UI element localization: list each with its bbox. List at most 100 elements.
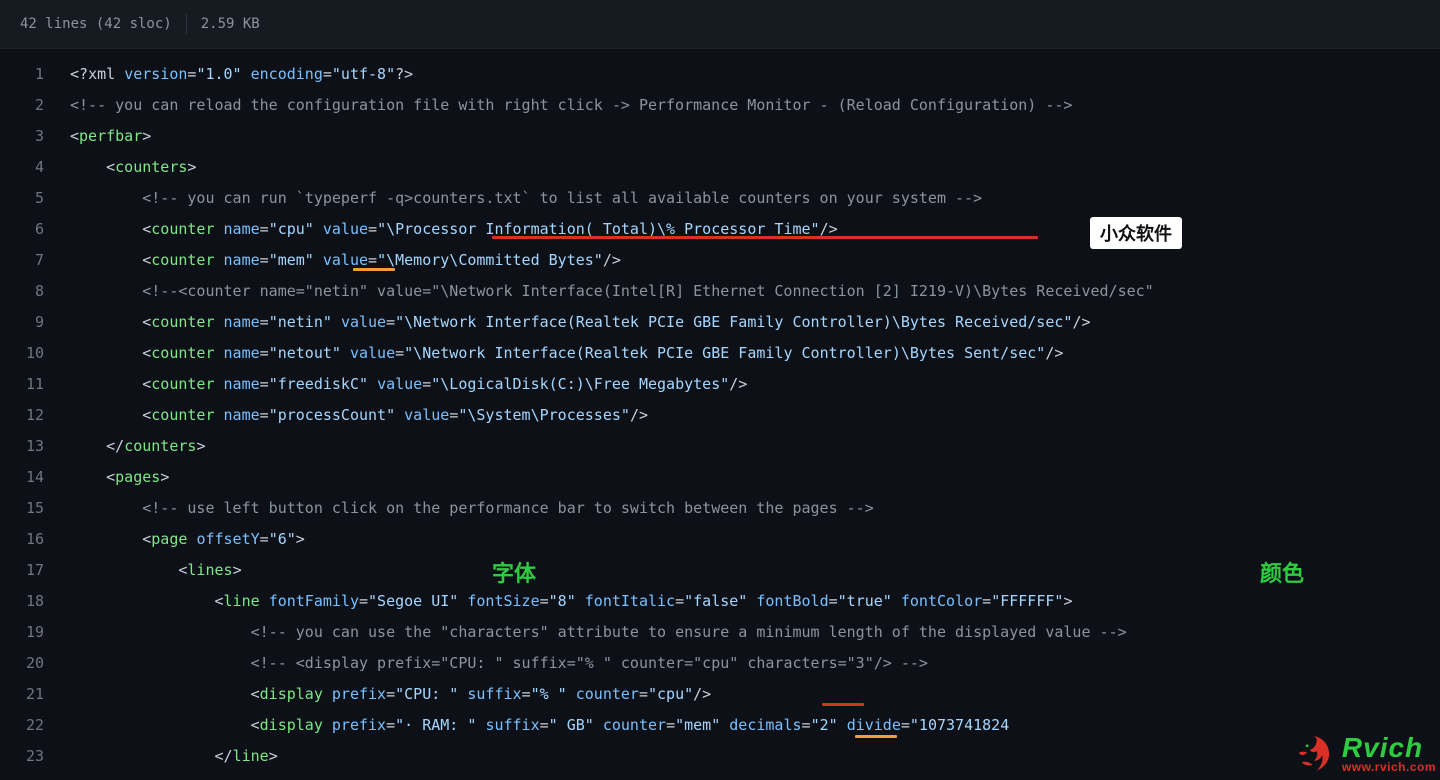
token-pi bbox=[720, 716, 729, 734]
code-line[interactable]: 14 <pages> bbox=[0, 462, 1440, 493]
code-line[interactable]: 11 <counter name="freediskC" value="\Log… bbox=[0, 369, 1440, 400]
line-number[interactable]: 23 bbox=[0, 741, 70, 772]
code-line[interactable]: 1<?xml version="1.0" encoding="utf-8"?> bbox=[0, 59, 1440, 90]
token-ang: = bbox=[540, 716, 549, 734]
token-pi bbox=[892, 592, 901, 610]
token-attr: name bbox=[224, 375, 260, 393]
token-str: "\System\Processes" bbox=[458, 406, 630, 424]
token-str: "8" bbox=[549, 592, 576, 610]
token-pi bbox=[395, 406, 404, 424]
code-line[interactable]: 6 <counter name="cpu" value="\Processor … bbox=[0, 214, 1440, 245]
code-line[interactable]: 23 </line> bbox=[0, 741, 1440, 772]
line-number[interactable]: 17 bbox=[0, 555, 70, 586]
token-ang: = bbox=[395, 344, 404, 362]
token-attr: decimals bbox=[729, 716, 801, 734]
token-cmt: <!-- you can reload the configuration fi… bbox=[70, 96, 1072, 114]
token-str: "false" bbox=[684, 592, 747, 610]
line-number[interactable]: 2 bbox=[0, 90, 70, 121]
code-line[interactable]: 7 <counter name="mem" value="\Memory\Com… bbox=[0, 245, 1440, 276]
token-ang: < bbox=[142, 313, 151, 331]
line-number[interactable]: 12 bbox=[0, 400, 70, 431]
token-ang: < bbox=[142, 251, 151, 269]
code-line[interactable]: 22 <display prefix="· RAM: " suffix=" GB… bbox=[0, 710, 1440, 741]
line-number[interactable]: 20 bbox=[0, 648, 70, 679]
line-number[interactable]: 16 bbox=[0, 524, 70, 555]
line-number[interactable]: 9 bbox=[0, 307, 70, 338]
line-number[interactable]: 4 bbox=[0, 152, 70, 183]
line-number[interactable]: 15 bbox=[0, 493, 70, 524]
token-tag: pages bbox=[115, 468, 160, 486]
token-tag: page bbox=[151, 530, 196, 548]
token-ang: < bbox=[106, 468, 115, 486]
token-ang: < bbox=[142, 344, 151, 362]
token-ang: /> bbox=[693, 685, 711, 703]
line-number[interactable]: 1 bbox=[0, 59, 70, 90]
line-code: <page offsetY="6"> bbox=[70, 524, 1440, 555]
token-ang: = bbox=[260, 375, 269, 393]
token-ang: = bbox=[260, 220, 269, 238]
token-ang: = bbox=[639, 685, 648, 703]
token-ang: = bbox=[522, 685, 531, 703]
token-ang: = bbox=[675, 592, 684, 610]
token-tag: display bbox=[260, 716, 332, 734]
line-number[interactable]: 7 bbox=[0, 245, 70, 276]
token-attr: version bbox=[124, 65, 187, 83]
line-number[interactable]: 8 bbox=[0, 276, 70, 307]
line-number[interactable]: 10 bbox=[0, 338, 70, 369]
code-line[interactable]: 17 <lines> bbox=[0, 555, 1440, 586]
line-number[interactable]: 13 bbox=[0, 431, 70, 462]
token-pi bbox=[314, 251, 323, 269]
code-line[interactable]: 8 <!--<counter name="netin" value="\Netw… bbox=[0, 276, 1440, 307]
watermark-url: www.rvich.com bbox=[1342, 760, 1436, 774]
line-code: <counter name="cpu" value="\Processor In… bbox=[70, 214, 1440, 245]
token-tag: counters bbox=[115, 158, 187, 176]
code-line[interactable]: 12 <counter name="processCount" value="\… bbox=[0, 400, 1440, 431]
token-ang: > bbox=[296, 530, 305, 548]
token-cmt: <!-- use left button click on the perfor… bbox=[142, 499, 874, 517]
code-line[interactable]: 18 <line fontFamily="Segoe UI" fontSize=… bbox=[0, 586, 1440, 617]
token-ang: /> bbox=[1072, 313, 1090, 331]
line-number[interactable]: 3 bbox=[0, 121, 70, 152]
token-ang: = bbox=[982, 592, 991, 610]
line-number[interactable]: 21 bbox=[0, 679, 70, 710]
token-ang: = bbox=[901, 716, 910, 734]
code-line[interactable]: 15 <!-- use left button click on the per… bbox=[0, 493, 1440, 524]
code-line[interactable]: 4 <counters> bbox=[0, 152, 1440, 183]
token-str: "mem" bbox=[675, 716, 720, 734]
code-line[interactable]: 5 <!-- you can run `typeperf -q>counters… bbox=[0, 183, 1440, 214]
code-line[interactable]: 3<perfbar> bbox=[0, 121, 1440, 152]
line-number[interactable]: 5 bbox=[0, 183, 70, 214]
token-attr: divide bbox=[847, 716, 901, 734]
token-ang: = bbox=[540, 592, 549, 610]
token-cmt: <!-- you can run `typeperf -q>counters.t… bbox=[142, 189, 982, 207]
code-line[interactable]: 20 <!-- <display prefix="CPU: " suffix="… bbox=[0, 648, 1440, 679]
line-number[interactable]: 14 bbox=[0, 462, 70, 493]
token-ang: = bbox=[449, 406, 458, 424]
token-attr: name bbox=[224, 344, 260, 362]
code-line[interactable]: 10 <counter name="netout" value="\Networ… bbox=[0, 338, 1440, 369]
token-ang: < bbox=[142, 530, 151, 548]
code-viewer[interactable]: 1<?xml version="1.0" encoding="utf-8"?>2… bbox=[0, 49, 1440, 772]
line-number[interactable]: 22 bbox=[0, 710, 70, 741]
line-code: <display prefix="CPU: " suffix="% " coun… bbox=[70, 679, 1440, 710]
line-number[interactable]: 6 bbox=[0, 214, 70, 245]
token-attr: counter bbox=[603, 716, 666, 734]
token-tag: counter bbox=[151, 313, 223, 331]
code-line[interactable]: 2<!-- you can reload the configuration f… bbox=[0, 90, 1440, 121]
code-line[interactable]: 9 <counter name="netin" value="\Network … bbox=[0, 307, 1440, 338]
token-str: "% " bbox=[531, 685, 567, 703]
line-number[interactable]: 19 bbox=[0, 617, 70, 648]
line-number[interactable]: 11 bbox=[0, 369, 70, 400]
token-attr: fontColor bbox=[901, 592, 982, 610]
token-ang: < bbox=[142, 406, 151, 424]
line-code: <line fontFamily="Segoe UI" fontSize="8"… bbox=[70, 586, 1440, 617]
token-cmt: <!-- you can use the "characters" attrib… bbox=[251, 623, 1127, 641]
token-pi: xml bbox=[88, 65, 124, 83]
line-number[interactable]: 18 bbox=[0, 586, 70, 617]
token-ang: < bbox=[251, 716, 260, 734]
code-line[interactable]: 16 <page offsetY="6"> bbox=[0, 524, 1440, 555]
token-ang: /> bbox=[1045, 344, 1063, 362]
code-line[interactable]: 21 <display prefix="CPU: " suffix="% " c… bbox=[0, 679, 1440, 710]
code-line[interactable]: 19 <!-- you can use the "characters" att… bbox=[0, 617, 1440, 648]
code-line[interactable]: 13 </counters> bbox=[0, 431, 1440, 462]
